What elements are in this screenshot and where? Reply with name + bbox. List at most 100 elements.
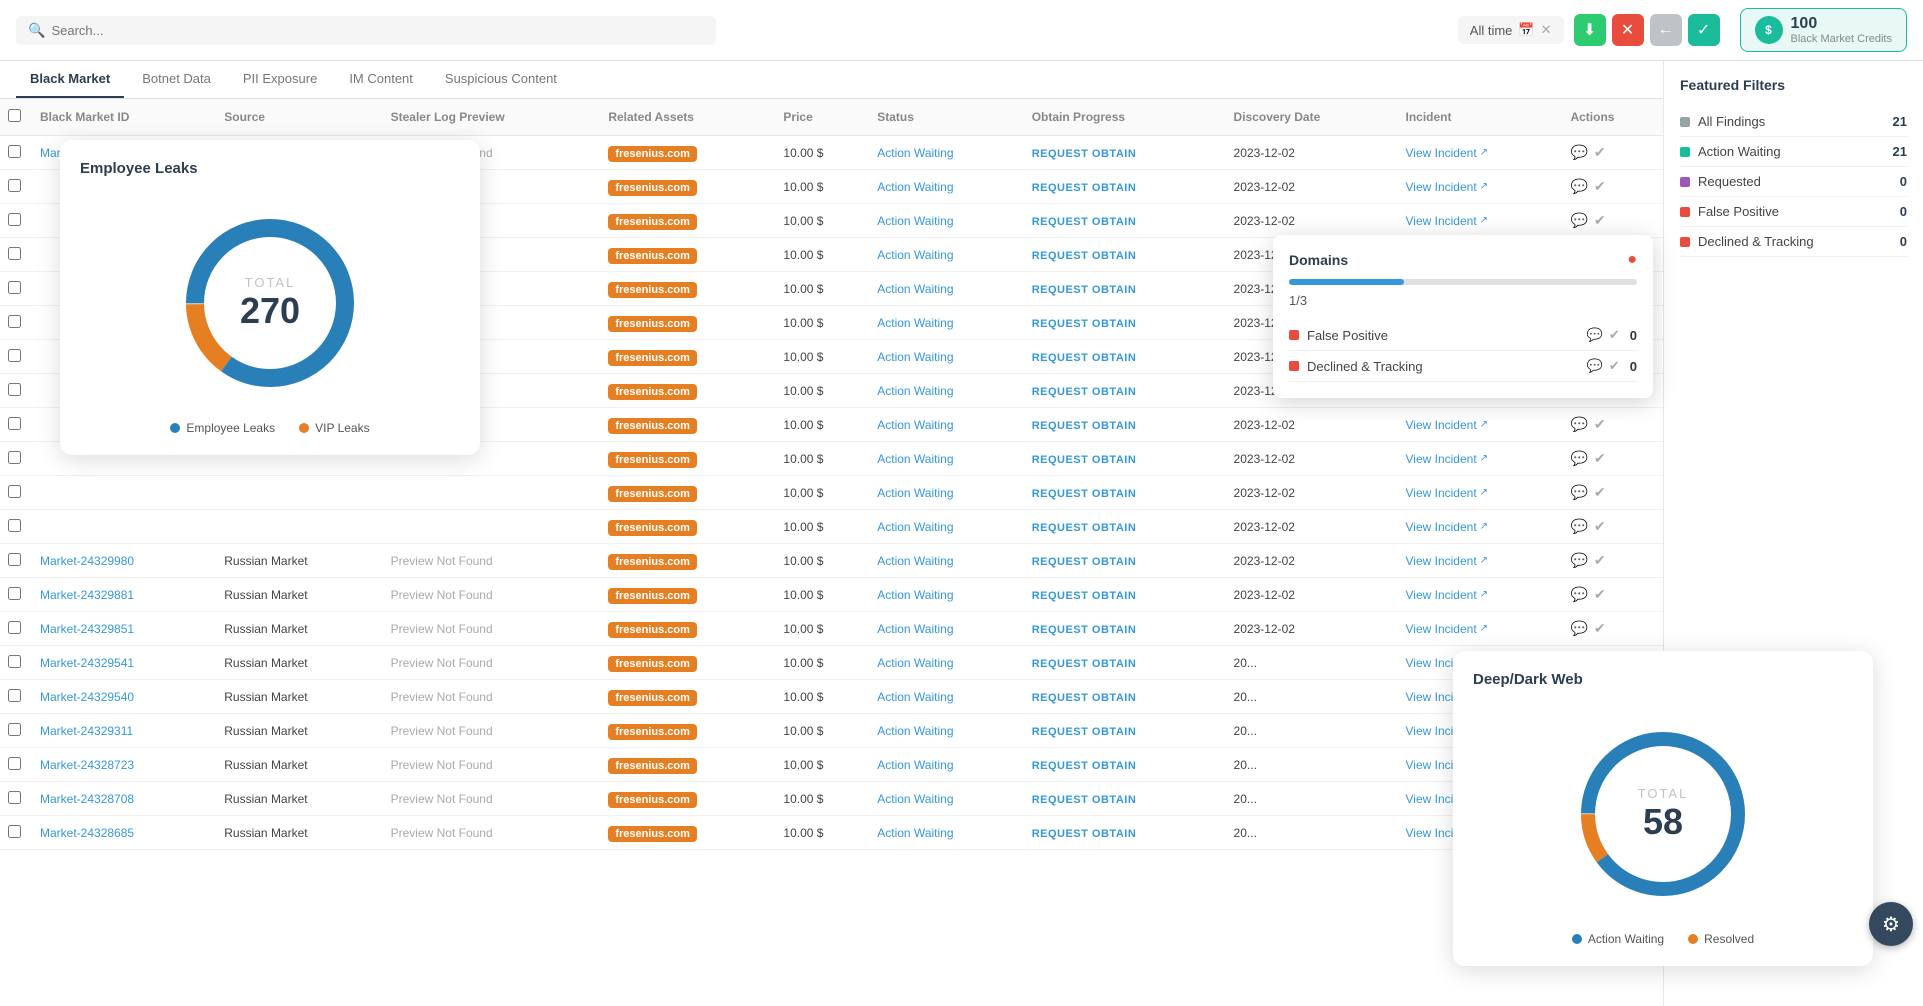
- check-action-icon[interactable]: ✔: [1594, 518, 1606, 535]
- back-button[interactable]: ←: [1650, 14, 1682, 46]
- cell-date-11: 2023-12-02: [1226, 510, 1398, 544]
- row-checkbox-18[interactable]: [8, 757, 21, 770]
- cell-obtain-10[interactable]: REQUEST OBTAIN: [1024, 476, 1226, 510]
- cell-obtain-19[interactable]: REQUEST OBTAIN: [1024, 782, 1226, 816]
- row-checkbox-7[interactable]: [8, 383, 21, 396]
- cell-obtain-17[interactable]: REQUEST OBTAIN: [1024, 714, 1226, 748]
- cell-obtain-0[interactable]: REQUEST OBTAIN: [1024, 136, 1226, 170]
- date-filter[interactable]: All time 📅 ✕: [1458, 16, 1564, 44]
- comment-action-icon[interactable]: 💬: [1570, 518, 1587, 535]
- cell-obtain-15[interactable]: REQUEST OBTAIN: [1024, 646, 1226, 680]
- comment-action-icon[interactable]: 💬: [1570, 178, 1587, 195]
- cell-obtain-8[interactable]: REQUEST OBTAIN: [1024, 408, 1226, 442]
- comment-action-icon[interactable]: 💬: [1570, 416, 1587, 433]
- row-checkbox-6[interactable]: [8, 349, 21, 362]
- row-checkbox-17[interactable]: [8, 723, 21, 736]
- row-checkbox-11[interactable]: [8, 519, 21, 532]
- cell-incident-12[interactable]: View Incident ↗: [1398, 544, 1563, 578]
- cell-incident-8[interactable]: View Incident ↗: [1398, 408, 1563, 442]
- check-icon-2[interactable]: ✔: [1609, 358, 1620, 374]
- cell-actions-12: 💬 ✔: [1562, 544, 1663, 578]
- tab-im-content[interactable]: IM Content: [335, 61, 427, 98]
- tab-botnet-data[interactable]: Botnet Data: [128, 61, 225, 98]
- cell-obtain-11[interactable]: REQUEST OBTAIN: [1024, 510, 1226, 544]
- cell-obtain-1[interactable]: REQUEST OBTAIN: [1024, 170, 1226, 204]
- cell-incident-11[interactable]: View Incident ↗: [1398, 510, 1563, 544]
- row-checkbox-2[interactable]: [8, 213, 21, 226]
- row-checkbox-12[interactable]: [8, 553, 21, 566]
- download-button[interactable]: ⬇: [1574, 14, 1606, 46]
- filter-item-3[interactable]: False Positive 0: [1680, 197, 1907, 227]
- row-checkbox-9[interactable]: [8, 451, 21, 464]
- row-checkbox-8[interactable]: [8, 417, 21, 430]
- row-checkbox-14[interactable]: [8, 621, 21, 634]
- search-input[interactable]: [51, 23, 704, 38]
- cell-obtain-3[interactable]: REQUEST OBTAIN: [1024, 238, 1226, 272]
- row-checkbox-0[interactable]: [8, 145, 21, 158]
- check-action-icon[interactable]: ✔: [1594, 212, 1606, 229]
- cell-obtain-13[interactable]: REQUEST OBTAIN: [1024, 578, 1226, 612]
- cell-incident-13[interactable]: View Incident ↗: [1398, 578, 1563, 612]
- cell-obtain-14[interactable]: REQUEST OBTAIN: [1024, 612, 1226, 646]
- row-checkbox-13[interactable]: [8, 587, 21, 600]
- filter-item-0[interactable]: All Findings 21: [1680, 107, 1907, 137]
- check-action-icon[interactable]: ✔: [1594, 620, 1606, 637]
- cell-incident-1[interactable]: View Incident ↗: [1398, 170, 1563, 204]
- close-date-icon[interactable]: ✕: [1541, 22, 1552, 38]
- cell-obtain-12[interactable]: REQUEST OBTAIN: [1024, 544, 1226, 578]
- row-checkbox-19[interactable]: [8, 791, 21, 804]
- settings-fab[interactable]: ⚙: [1869, 902, 1913, 946]
- row-checkbox-15[interactable]: [8, 655, 21, 668]
- cell-obtain-4[interactable]: REQUEST OBTAIN: [1024, 272, 1226, 306]
- cell-incident-0[interactable]: View Incident ↗: [1398, 136, 1563, 170]
- row-checkbox-3[interactable]: [8, 247, 21, 260]
- domains-close-icon[interactable]: ●: [1627, 251, 1637, 269]
- row-checkbox-20[interactable]: [8, 825, 21, 838]
- check-action-icon[interactable]: ✔: [1594, 484, 1606, 501]
- cell-incident-9[interactable]: View Incident ↗: [1398, 442, 1563, 476]
- row-checkbox-16[interactable]: [8, 689, 21, 702]
- tab-black-market[interactable]: Black Market: [16, 61, 124, 98]
- row-checkbox-4[interactable]: [8, 281, 21, 294]
- comment-icon-2[interactable]: 💬: [1587, 358, 1603, 374]
- cell-obtain-18[interactable]: REQUEST OBTAIN: [1024, 748, 1226, 782]
- check-icon[interactable]: ✔: [1609, 327, 1620, 343]
- cell-obtain-6[interactable]: REQUEST OBTAIN: [1024, 340, 1226, 374]
- cell-obtain-16[interactable]: REQUEST OBTAIN: [1024, 680, 1226, 714]
- cell-obtain-5[interactable]: REQUEST OBTAIN: [1024, 306, 1226, 340]
- cell-incident-2[interactable]: View Incident ↗: [1398, 204, 1563, 238]
- row-checkbox-1[interactable]: [8, 179, 21, 192]
- tab-suspicious[interactable]: Suspicious Content: [431, 61, 571, 98]
- comment-action-icon[interactable]: 💬: [1570, 144, 1587, 161]
- row-checkbox-5[interactable]: [8, 315, 21, 328]
- col-price: Price: [775, 99, 869, 136]
- check-action-icon[interactable]: ✔: [1594, 416, 1606, 433]
- check-action-icon[interactable]: ✔: [1594, 178, 1606, 195]
- tab-pii-exposure[interactable]: PII Exposure: [229, 61, 331, 98]
- comment-action-icon[interactable]: 💬: [1570, 450, 1587, 467]
- cell-obtain-20[interactable]: REQUEST OBTAIN: [1024, 816, 1226, 850]
- confirm-button[interactable]: ✓: [1688, 14, 1720, 46]
- cell-incident-14[interactable]: View Incident ↗: [1398, 612, 1563, 646]
- cell-obtain-2[interactable]: REQUEST OBTAIN: [1024, 204, 1226, 238]
- comment-action-icon[interactable]: 💬: [1570, 212, 1587, 229]
- cell-incident-10[interactable]: View Incident ↗: [1398, 476, 1563, 510]
- comment-action-icon[interactable]: 💬: [1570, 484, 1587, 501]
- filter-item-2[interactable]: Requested 0: [1680, 167, 1907, 197]
- filter-item-1[interactable]: Action Waiting 21: [1680, 137, 1907, 167]
- cell-obtain-9[interactable]: REQUEST OBTAIN: [1024, 442, 1226, 476]
- filter-item-4[interactable]: Declined & Tracking 0: [1680, 227, 1907, 257]
- select-all-checkbox[interactable]: [8, 109, 21, 122]
- cell-obtain-7[interactable]: REQUEST OBTAIN: [1024, 374, 1226, 408]
- check-action-icon[interactable]: ✔: [1594, 586, 1606, 603]
- check-action-icon[interactable]: ✔: [1594, 552, 1606, 569]
- comment-action-icon[interactable]: 💬: [1570, 586, 1587, 603]
- check-action-icon[interactable]: ✔: [1594, 450, 1606, 467]
- search-bar[interactable]: 🔍: [16, 16, 716, 45]
- remove-button[interactable]: ✕: [1612, 14, 1644, 46]
- comment-icon[interactable]: 💬: [1587, 327, 1603, 343]
- comment-action-icon[interactable]: 💬: [1570, 620, 1587, 637]
- comment-action-icon[interactable]: 💬: [1570, 552, 1587, 569]
- row-checkbox-10[interactable]: [8, 485, 21, 498]
- check-action-icon[interactable]: ✔: [1594, 144, 1606, 161]
